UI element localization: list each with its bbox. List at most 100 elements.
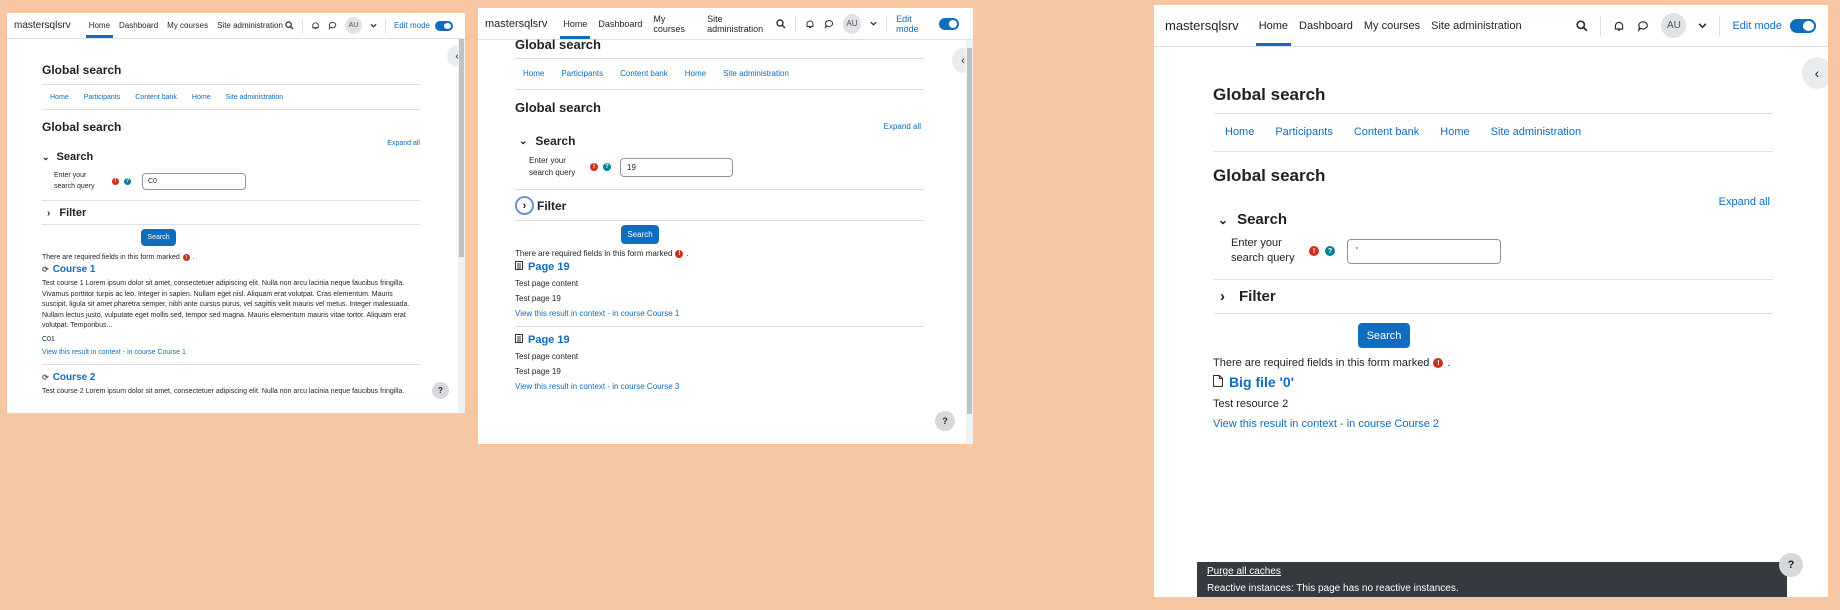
result-title-link[interactable]: ⟳ Course 2 [42,372,420,383]
nav-dashboard[interactable]: Dashboard [1299,5,1353,46]
open-drawer-button[interactable]: ‹ [1802,57,1828,89]
bell-icon[interactable] [805,19,815,29]
help-icon[interactable]: ? [1325,246,1335,256]
secnav-content-bank[interactable]: Content bank [620,69,668,78]
search-section-header[interactable]: ⌄ Search [42,151,420,163]
edit-mode-toggle[interactable]: Edit mode [1732,18,1816,33]
help-icon[interactable]: ? [603,163,611,171]
chevron-down-icon[interactable] [370,22,377,29]
secnav-content-bank[interactable]: Content bank [1354,126,1419,138]
secnav-participants[interactable]: Participants [1275,126,1332,138]
site-brand[interactable]: mastersqlsrv [14,20,71,31]
nav-my-courses[interactable]: My courses [1364,5,1420,46]
view-context-link[interactable]: View this result in context [515,382,605,391]
chevron-down-icon[interactable] [870,20,877,27]
filter-section-header[interactable]: › Filter [1213,280,1773,313]
nav-dashboard[interactable]: Dashboard [598,8,642,39]
result-content: Test course 2 Lorem ipsum dolor sit amet… [42,387,405,395]
scrollbar[interactable] [966,40,973,444]
edit-mode-toggle[interactable]: Edit mode [896,14,959,34]
course-link[interactable]: in course Course 3 [612,382,679,391]
search-button[interactable]: Search [141,229,176,246]
search-section-header[interactable]: ⌄ Search [515,134,924,148]
course-link[interactable]: in course Course 2 [1347,418,1439,430]
nav-my-courses[interactable]: My courses [653,8,696,39]
chat-icon[interactable] [328,21,337,30]
view-context-link[interactable]: View this result in context [1213,418,1337,430]
nav-site-admin[interactable]: Site administration [707,8,776,39]
course-link[interactable]: in course Course 1 [127,349,186,356]
search-icon[interactable] [1576,19,1588,32]
secnav-home-2[interactable]: Home [192,94,211,101]
nav-home[interactable]: Home [85,13,114,38]
search-query-input[interactable]: ' [1347,238,1501,264]
help-button[interactable]: ? [432,382,449,399]
secnav-home[interactable]: Home [50,94,69,101]
page-title: Global search [515,37,924,59]
site-brand[interactable]: mastersqlsrv [1165,18,1239,33]
chevron-right-icon[interactable]: › [47,208,50,219]
toggle-switch[interactable] [1790,18,1816,33]
search-button[interactable]: Search [621,225,659,244]
secnav-site-admin[interactable]: Site administration [1491,126,1582,138]
secnav-participants[interactable]: Participants [84,94,121,101]
search-button[interactable]: Search [1358,323,1410,348]
page-title: Global search [42,63,420,85]
nav-home[interactable]: Home [1255,5,1292,46]
result-content: Test course 1 Lorem ipsum dolor sit amet… [42,280,410,329]
required-note: There are required fields in this form m… [42,254,180,261]
result-title-link[interactable]: Big file '0' [1213,374,1773,390]
nav-site-admin[interactable]: Site administration [217,13,283,38]
secnav-home-2[interactable]: Home [685,69,706,78]
search-query-input[interactable]: C0 [142,172,246,190]
search-query-input[interactable]: 19 [620,157,733,177]
secnav-home[interactable]: Home [523,69,544,78]
bell-icon[interactable] [1613,20,1625,32]
chat-icon[interactable] [1637,20,1649,32]
view-context-link[interactable]: View this result in context [42,349,121,356]
help-icon[interactable]: ? [124,177,131,185]
help-button[interactable]: ? [1779,553,1803,577]
chevron-right-icon[interactable]: › [1220,288,1225,305]
scrollbar[interactable] [458,39,465,413]
user-avatar[interactable]: AU [1661,13,1687,38]
chevron-down-icon[interactable]: ⌄ [519,136,527,147]
course-link[interactable]: in course Course 1 [612,309,679,318]
toggle-switch[interactable] [435,20,453,31]
chevron-down-icon[interactable] [1698,21,1707,30]
chevron-down-icon[interactable]: ⌄ [1218,213,1228,227]
chevron-down-icon[interactable]: ⌄ [42,152,50,163]
nav-site-admin[interactable]: Site administration [1431,5,1522,46]
edit-mode-toggle[interactable]: Edit mode [394,20,453,31]
chat-icon[interactable] [824,19,834,29]
expand-all-link[interactable]: Expand all [884,122,921,131]
secnav-content-bank[interactable]: Content bank [135,94,177,101]
result-title-link[interactable]: Page 19 [515,261,924,273]
user-avatar[interactable]: AU [842,13,862,34]
result-title-link[interactable]: ⟳ Course 1 [42,264,420,275]
filter-section-header[interactable]: › Filter [515,190,924,220]
nav-dashboard[interactable]: Dashboard [119,13,158,38]
secnav-site-admin[interactable]: Site administration [226,94,284,101]
filter-section-header[interactable]: › Filter [42,201,420,224]
user-avatar[interactable]: AU [344,17,362,34]
view-context-link[interactable]: View this result in context [515,309,605,318]
purge-caches-link[interactable]: Purge all caches [1207,566,1281,577]
nav-home[interactable]: Home [560,8,591,39]
secnav-home[interactable]: Home [1225,126,1254,138]
search-icon[interactable] [776,18,786,29]
search-section-header[interactable]: ⌄ Search [1213,211,1773,228]
nav-my-courses[interactable]: My courses [167,13,208,38]
secnav-site-admin[interactable]: Site administration [723,69,789,78]
result-title-link[interactable]: Page 19 [515,334,924,346]
secnav-home-2[interactable]: Home [1440,126,1469,138]
toggle-switch[interactable] [938,17,959,30]
site-brand[interactable]: mastersqlsrv [485,18,547,30]
secnav-participants[interactable]: Participants [561,69,603,78]
expand-all-link[interactable]: Expand all [387,140,420,147]
search-icon[interactable] [285,21,294,30]
chevron-right-icon[interactable]: › [515,196,534,215]
expand-all-link[interactable]: Expand all [1719,196,1770,208]
help-button[interactable]: ? [935,411,955,431]
bell-icon[interactable] [311,21,320,30]
